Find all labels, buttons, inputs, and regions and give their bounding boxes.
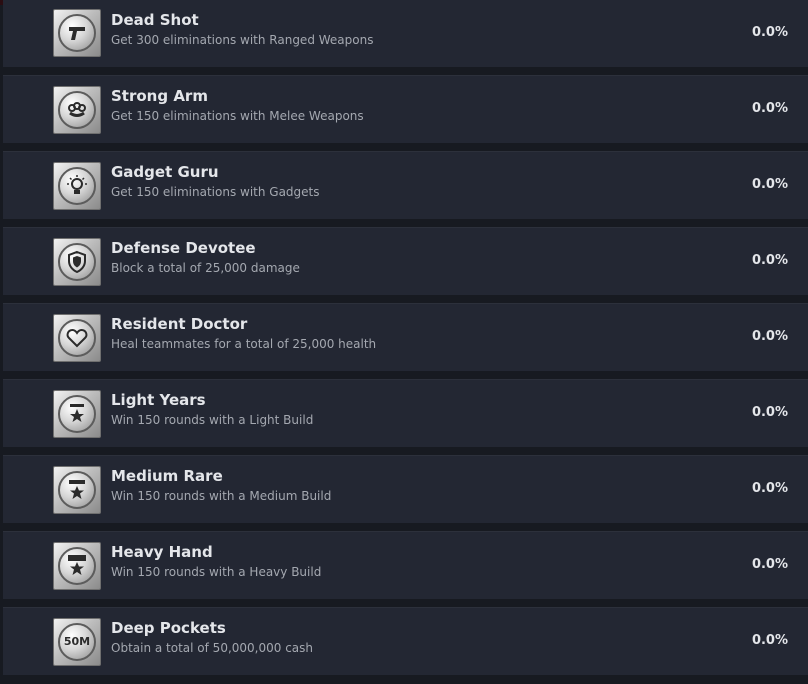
achievement-percent: 0.0% <box>751 405 788 420</box>
achievement-description: Win 150 rounds with a Heavy Build <box>111 565 322 579</box>
achievement-description: Win 150 rounds with a Light Build <box>111 413 314 427</box>
achievement-title: Dead Shot <box>111 11 199 29</box>
achievement-row-light-years[interactable]: Light Years Win 150 rounds with a Light … <box>3 379 808 447</box>
achievement-percent: 0.0% <box>751 101 788 116</box>
achievement-row-resident-doctor[interactable]: Resident Doctor Heal teammates for a tot… <box>3 303 808 371</box>
achievement-description: Heal teammates for a total of 25,000 hea… <box>111 337 377 351</box>
achievement-title: Strong Arm <box>111 87 208 105</box>
cash-50m-icon: 50M <box>53 618 101 666</box>
light-build-star-icon <box>53 390 101 438</box>
achievement-title: Medium Rare <box>111 467 223 485</box>
achievement-row-defense-devotee[interactable]: Defense Devotee Block a total of 25,000 … <box>3 227 808 295</box>
achievement-row-medium-rare[interactable]: Medium Rare Win 150 rounds with a Medium… <box>3 455 808 523</box>
medium-build-star-icon <box>53 466 101 514</box>
cash-50m-label: 50M <box>63 635 91 648</box>
achievement-description: Obtain a total of 50,000,000 cash <box>111 641 314 655</box>
heavy-build-star-icon <box>53 542 101 590</box>
achievement-percent: 0.0% <box>751 253 788 268</box>
achievement-title: Resident Doctor <box>111 315 248 333</box>
achievement-title: Defense Devotee <box>111 239 256 257</box>
achievement-row-strong-arm[interactable]: Strong Arm Get 150 eliminations with Mel… <box>3 75 808 143</box>
brass-knuckles-icon <box>53 86 101 134</box>
achievement-description: Block a total of 25,000 damage <box>111 261 300 275</box>
achievement-description: Get 150 eliminations with Gadgets <box>111 185 320 199</box>
achievement-description: Get 300 eliminations with Ranged Weapons <box>111 33 374 47</box>
achievement-title: Light Years <box>111 391 206 409</box>
achievement-title: Heavy Hand <box>111 543 213 561</box>
achievement-title: Deep Pockets <box>111 619 226 637</box>
achievement-percent: 0.0% <box>751 177 788 192</box>
achievement-percent: 0.0% <box>751 25 788 40</box>
achievement-description: Win 150 rounds with a Medium Build <box>111 489 332 503</box>
achievement-percent: 0.0% <box>751 329 788 344</box>
achievement-title: Gadget Guru <box>111 163 219 181</box>
achievement-row-deep-pockets[interactable]: 50M Deep Pockets Obtain a total of 50,00… <box>3 607 808 675</box>
achievement-row-dead-shot[interactable]: Dead Shot Get 300 eliminations with Rang… <box>3 0 808 67</box>
pistol-icon <box>53 9 101 57</box>
lightbulb-icon <box>53 162 101 210</box>
shield-icon <box>53 238 101 286</box>
achievement-row-gadget-guru[interactable]: Gadget Guru Get 150 eliminations with Ga… <box>3 151 808 219</box>
achievement-description: Get 150 eliminations with Melee Weapons <box>111 109 364 123</box>
achievement-percent: 0.0% <box>751 481 788 496</box>
achievement-percent: 0.0% <box>751 557 788 572</box>
achievement-percent: 0.0% <box>751 633 788 648</box>
achievement-row-heavy-hand[interactable]: Heavy Hand Win 150 rounds with a Heavy B… <box>3 531 808 599</box>
heart-icon <box>53 314 101 362</box>
